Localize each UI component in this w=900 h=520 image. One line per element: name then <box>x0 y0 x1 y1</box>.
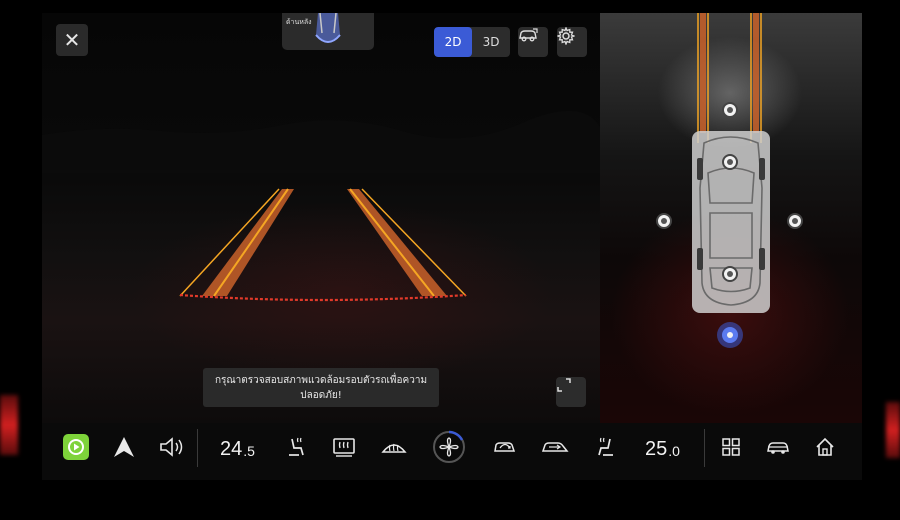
left-guide-inner <box>213 188 289 297</box>
carplay-icon <box>63 434 89 460</box>
seat-heat-left-icon <box>289 437 304 456</box>
expand-icon <box>557 378 571 392</box>
dock-separator <box>704 429 705 467</box>
driver-temperature[interactable]: 24.5 <box>220 433 255 461</box>
dock-separator <box>197 429 198 467</box>
car-rear-icon <box>315 13 341 43</box>
home-icon <box>816 437 834 456</box>
close-icon: ✕ <box>63 28 81 52</box>
home-button[interactable] <box>810 433 840 461</box>
recirculation-icon <box>494 442 516 452</box>
passenger-temp-decimal: .0 <box>668 443 680 459</box>
ambient-light-right <box>886 402 900 458</box>
right-guide-inner <box>349 188 435 297</box>
gear-icon <box>557 27 575 45</box>
ambient-light-left <box>0 395 18 455</box>
fullscreen-button[interactable] <box>556 377 586 407</box>
front-defrost-icon <box>381 443 407 453</box>
driver-temp-value: 24 <box>220 438 243 460</box>
android-auto-button[interactable] <box>110 433 138 461</box>
volume-button[interactable] <box>156 433 188 461</box>
driver-seat-heat-button[interactable] <box>282 433 310 461</box>
passenger-seat-heat-button[interactable] <box>592 433 620 461</box>
driver-temp-decimal: .5 <box>243 443 255 459</box>
surround-view-diagram <box>656 13 803 348</box>
rear-defrost-button[interactable] <box>330 433 358 461</box>
passenger-temperature[interactable]: 25.0 <box>645 433 680 461</box>
toast-line-1: กรุณาตรวจสอบสภาพแวดล้อมรอบตัวรถเพื่อความ <box>214 374 428 386</box>
view-mode-2d[interactable]: 2D <box>434 27 472 57</box>
left-guide-band <box>202 189 294 296</box>
seat-heat-right-icon <box>598 437 613 456</box>
app-grid-button[interactable] <box>717 433 745 461</box>
rear-camera-view: ✕ ด้านหลัง 2D 3D กรุณาตรวจสอบสภาพแวดล้อม… <box>42 13 600 423</box>
bottom-dock: 24.5 25 .0 <box>42 423 862 480</box>
recirculation-button[interactable] <box>490 433 520 461</box>
car-icon <box>767 442 789 454</box>
fan-icon <box>433 430 465 463</box>
rear-camera-active-indicator[interactable] <box>717 322 743 348</box>
air-flow-button[interactable] <box>540 433 570 461</box>
settings-button[interactable] <box>557 27 587 57</box>
passenger-temp-value: 25 <box>645 438 668 460</box>
app-grid-icon <box>722 438 740 456</box>
close-button[interactable]: ✕ <box>56 24 88 56</box>
toast-line-2: ปลอดภัย! <box>300 389 342 401</box>
android-auto-icon <box>114 437 134 457</box>
safety-warning-toast: กรุณาตรวจสอบสภาพแวดล้อมรอบตัวรถเพื่อความ… <box>203 368 439 407</box>
rear-view-indicator[interactable]: ด้านหลัง <box>282 13 374 50</box>
front-defrost-button[interactable] <box>380 433 408 461</box>
car-view-icon <box>519 28 538 42</box>
volume-icon <box>160 437 183 457</box>
fan-button[interactable] <box>431 430 467 463</box>
rear-defrost-icon <box>333 438 355 457</box>
view-mode-toggle: 2D 3D <box>434 27 510 57</box>
parking-guide-lines <box>42 110 600 302</box>
car-view-button[interactable] <box>518 27 548 57</box>
carplay-button[interactable] <box>62 433 90 461</box>
surround-view-panel <box>600 13 862 423</box>
view-mode-3d[interactable]: 3D <box>472 27 510 57</box>
infotainment-screen: ✕ ด้านหลัง 2D 3D กรุณาตรวจสอบสภาพแวดล้อม… <box>42 13 862 480</box>
air-flow-icon <box>541 442 569 452</box>
vehicle-button[interactable] <box>763 433 793 461</box>
